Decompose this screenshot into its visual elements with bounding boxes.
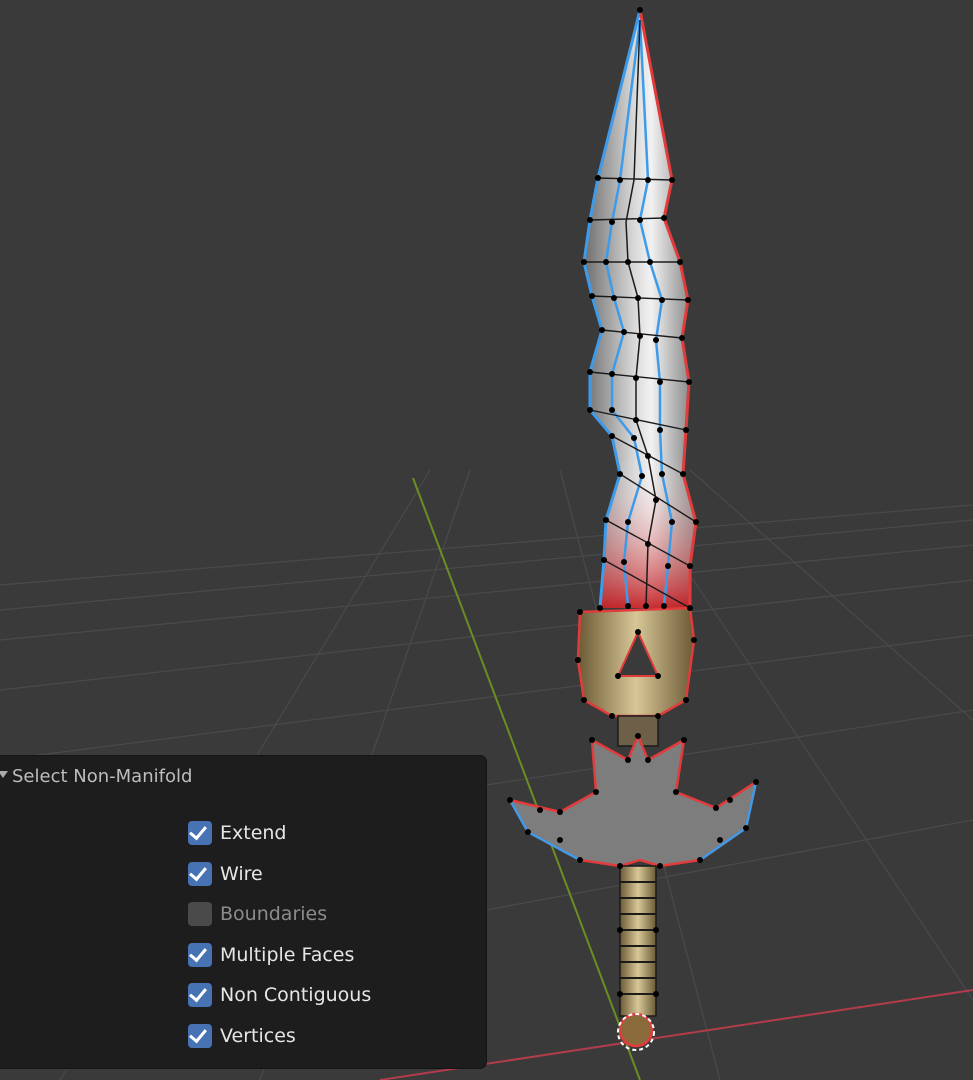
vertices-label: Vertices bbox=[220, 1025, 296, 1047]
panel-header[interactable]: Select Non-Manifold bbox=[0, 756, 486, 800]
panel-title: Select Non-Manifold bbox=[12, 766, 193, 787]
checkmark-icon bbox=[189, 862, 207, 882]
chevron-down-icon[interactable] bbox=[0, 771, 8, 778]
boundaries-label: Boundaries bbox=[220, 903, 328, 925]
option-vertices[interactable]: Vertices bbox=[188, 1023, 296, 1049]
extend-checkbox[interactable] bbox=[188, 821, 212, 845]
wire-label: Wire bbox=[220, 863, 263, 885]
non-contiguous-checkbox[interactable] bbox=[188, 983, 212, 1007]
checkmark-icon bbox=[189, 943, 207, 963]
checkmark-icon bbox=[189, 983, 207, 1003]
multiple-faces-label: Multiple Faces bbox=[220, 944, 355, 966]
checkmark-icon bbox=[189, 821, 207, 841]
option-multiple-faces[interactable]: Multiple Faces bbox=[188, 942, 354, 968]
multiple-faces-checkbox[interactable] bbox=[188, 943, 212, 967]
option-wire[interactable]: Wire bbox=[188, 861, 263, 887]
vertices-checkbox[interactable] bbox=[188, 1024, 212, 1048]
non-contiguous-label: Non Contiguous bbox=[220, 984, 372, 1006]
select-non-manifold-panel: Select Non-Manifold Extend Wire Boundari… bbox=[0, 756, 486, 1068]
option-boundaries[interactable]: Boundaries bbox=[188, 901, 327, 927]
extend-label: Extend bbox=[220, 822, 287, 844]
option-non-contiguous[interactable]: Non Contiguous bbox=[188, 982, 371, 1008]
boundaries-checkbox[interactable] bbox=[188, 902, 212, 926]
checkmark-icon bbox=[189, 1024, 207, 1044]
wire-checkbox[interactable] bbox=[188, 862, 212, 886]
option-extend[interactable]: Extend bbox=[188, 820, 287, 846]
